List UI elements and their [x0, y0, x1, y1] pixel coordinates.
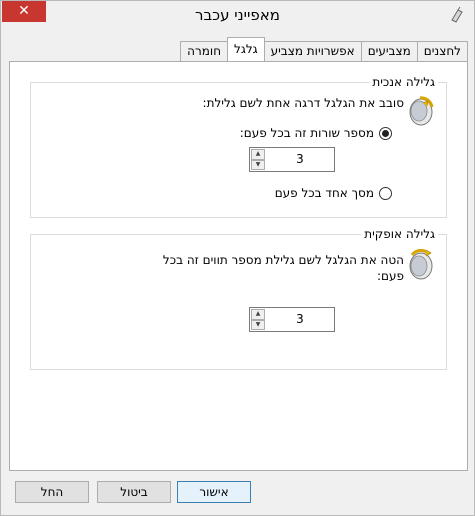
- chars-spinner-arrows: ▲ ▼: [251, 309, 265, 330]
- tab-wheel[interactable]: גלגל: [227, 37, 265, 61]
- horizontal-scroll-description-line2: פעם:: [376, 269, 404, 283]
- mouse-wheel-tilt-icon: [409, 249, 433, 280]
- one-screen-label: מסך אחד בכל פעם: [274, 186, 374, 200]
- spin-up-icon[interactable]: ▲: [251, 309, 265, 320]
- vertical-scroll-description: סובב את הגלגל דרגה אחת לשם גלילת:: [202, 96, 404, 110]
- tab-pointer-options[interactable]: אפשרויות מצביע: [263, 41, 362, 61]
- lines-spinner-arrows: ▲ ▼: [251, 149, 265, 170]
- mouse-properties-window: ✕ מאפייני עכבר לחצנים מצביעים אפשרויות מ…: [0, 0, 475, 516]
- title-bar: ✕ מאפייני עכבר: [1, 1, 474, 31]
- horizontal-scrolling-group: גלילה אופקית הטה את הגלגל לשם גלילת מספר…: [30, 227, 447, 370]
- radio-lines-per-notch[interactable]: [379, 127, 392, 140]
- lines-spinner[interactable]: ▲ ▼ 3: [249, 147, 335, 172]
- chars-value[interactable]: 3: [266, 312, 334, 326]
- radio-one-screen[interactable]: [379, 187, 392, 200]
- tab-hardware[interactable]: חומרה: [180, 41, 229, 61]
- horizontal-scroll-description-line1: הטה את הגלגל לשם גלילת מספר תווים זה בכל: [162, 253, 404, 267]
- tab-buttons[interactable]: לחצנים: [416, 41, 468, 61]
- apply-button[interactable]: החל: [15, 481, 89, 503]
- window-title: מאפייני עכבר: [195, 6, 280, 24]
- dialog-content: לחצנים מצביעים אפשרויות מצביע גלגל חומרה…: [9, 32, 468, 472]
- chars-spinner[interactable]: ▲ ▼ 3: [249, 307, 335, 332]
- lines-per-notch-label: מספר שורות זה בכל פעם:: [239, 126, 374, 140]
- spin-down-icon[interactable]: ▼: [251, 159, 265, 170]
- tab-pointers[interactable]: מצביעים: [360, 41, 418, 61]
- wheel-tab-panel: גלילה אנכית סובב את הגלגל דרגה אחת לשם ג…: [9, 61, 468, 471]
- spin-down-icon[interactable]: ▼: [251, 319, 265, 330]
- mouse-wheel-icon: [409, 96, 434, 126]
- spin-up-icon[interactable]: ▲: [251, 149, 265, 160]
- vertical-scrolling-group: גלילה אנכית סובב את הגלגל דרגה אחת לשם ג…: [30, 75, 447, 218]
- horizontal-scrolling-title: גלילה אופקית: [361, 227, 438, 241]
- cancel-button[interactable]: ביטול: [97, 481, 171, 503]
- lines-value[interactable]: 3: [266, 152, 334, 166]
- tab-strip: לחצנים מצביעים אפשרויות מצביע גלגל חומרה: [180, 37, 468, 61]
- vertical-scrolling-title: גלילה אנכית: [369, 75, 438, 89]
- mouse-icon: [451, 6, 463, 23]
- ok-button[interactable]: אישור: [177, 481, 251, 503]
